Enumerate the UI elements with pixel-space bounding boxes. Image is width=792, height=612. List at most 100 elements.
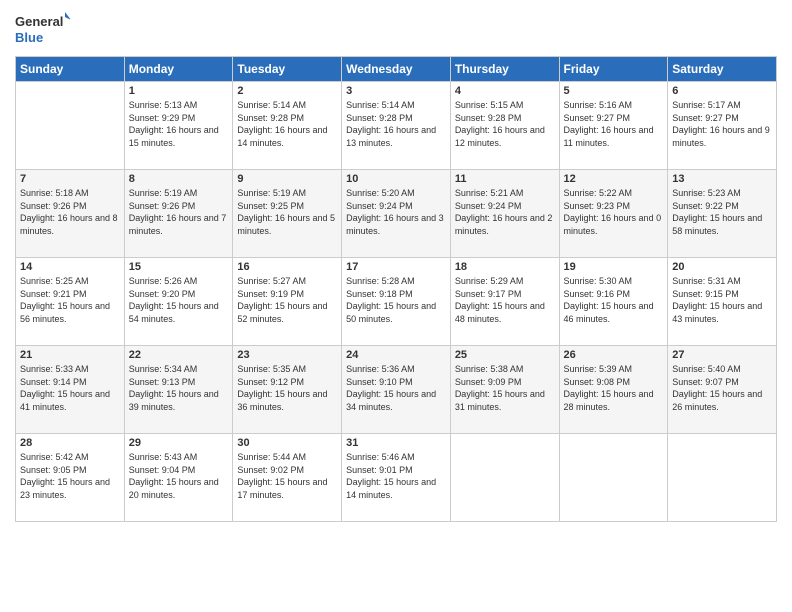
- day-info: Sunrise: 5:13 AMSunset: 9:29 PMDaylight:…: [129, 99, 229, 149]
- calendar-cell: 9 Sunrise: 5:19 AMSunset: 9:25 PMDaylight…: [233, 170, 342, 258]
- day-number: 28: [20, 437, 120, 449]
- day-info: Sunrise: 5:15 AMSunset: 9:28 PMDaylight:…: [455, 99, 555, 149]
- calendar-cell: 23 Sunrise: 5:35 AMSunset: 9:12 PMDayligh…: [233, 346, 342, 434]
- calendar-cell: 7Sunrise: 5:18 AMSunset: 9:26 PMDaylight…: [16, 170, 125, 258]
- calendar-cell: 2 Sunrise: 5:14 AMSunset: 9:28 PMDaylight…: [233, 82, 342, 170]
- day-info: Sunrise: 5:23 AMSunset: 9:22 PMDaylight:…: [672, 187, 772, 237]
- day-number: 10: [346, 173, 446, 185]
- logo-svg: General Blue: [15, 10, 70, 50]
- day-number: 3: [346, 85, 446, 97]
- calendar-cell: 14 Sunrise: 5:25 AMSunset: 9:21 PMDayligh…: [16, 258, 125, 346]
- day-of-week-header: Wednesday: [342, 57, 451, 82]
- calendar-cell: [450, 434, 559, 522]
- main-container: General Blue SundayMondayTuesdayWednesda…: [0, 0, 792, 612]
- day-number: 24: [346, 349, 446, 361]
- calendar-week-row: 14 Sunrise: 5:25 AMSunset: 9:21 PMDayligh…: [16, 258, 777, 346]
- day-info: Sunrise: 5:22 AMSunset: 9:23 PMDaylight:…: [564, 187, 664, 237]
- header: General Blue: [15, 10, 777, 50]
- day-number: 4: [455, 85, 555, 97]
- day-of-week-header: Monday: [124, 57, 233, 82]
- day-info: Sunrise: 5:42 AMSunset: 9:05 PMDaylight:…: [20, 451, 120, 501]
- day-number: 14: [20, 261, 120, 273]
- day-info: Sunrise: 5:19 AMSunset: 9:25 PMDaylight:…: [237, 187, 337, 237]
- svg-text:Blue: Blue: [15, 30, 43, 45]
- day-info: Sunrise: 5:46 AMSunset: 9:01 PMDaylight:…: [346, 451, 446, 501]
- calendar-cell: 11 Sunrise: 5:21 AMSunset: 9:24 PMDayligh…: [450, 170, 559, 258]
- day-of-week-header: Thursday: [450, 57, 559, 82]
- calendar-cell: 8Sunrise: 5:19 AMSunset: 9:26 PMDaylight…: [124, 170, 233, 258]
- day-number: 13: [672, 173, 772, 185]
- day-info: Sunrise: 5:29 AMSunset: 9:17 PMDaylight:…: [455, 275, 555, 325]
- calendar-cell: 30 Sunrise: 5:44 AMSunset: 9:02 PMDayligh…: [233, 434, 342, 522]
- day-info: Sunrise: 5:14 AMSunset: 9:28 PMDaylight:…: [346, 99, 446, 149]
- day-info: Sunrise: 5:40 AMSunset: 9:07 PMDaylight:…: [672, 363, 772, 413]
- calendar-cell: 4 Sunrise: 5:15 AMSunset: 9:28 PMDaylight…: [450, 82, 559, 170]
- day-number: 6: [672, 85, 772, 97]
- calendar-cell: 13 Sunrise: 5:23 AMSunset: 9:22 PMDayligh…: [668, 170, 777, 258]
- calendar-cell: 24 Sunrise: 5:36 AMSunset: 9:10 PMDayligh…: [342, 346, 451, 434]
- calendar-cell: 20 Sunrise: 5:31 AMSunset: 9:15 PMDayligh…: [668, 258, 777, 346]
- calendar-cell: [559, 434, 668, 522]
- day-info: Sunrise: 5:28 AMSunset: 9:18 PMDaylight:…: [346, 275, 446, 325]
- day-number: 30: [237, 437, 337, 449]
- day-info: Sunrise: 5:25 AMSunset: 9:21 PMDaylight:…: [20, 275, 120, 325]
- logo: General Blue: [15, 10, 70, 50]
- calendar-cell: 19 Sunrise: 5:30 AMSunset: 9:16 PMDayligh…: [559, 258, 668, 346]
- day-number: 8: [129, 173, 229, 185]
- calendar-cell: 25 Sunrise: 5:38 AMSunset: 9:09 PMDayligh…: [450, 346, 559, 434]
- calendar-cell: 3 Sunrise: 5:14 AMSunset: 9:28 PMDaylight…: [342, 82, 451, 170]
- calendar-cell: 12Sunrise: 5:22 AMSunset: 9:23 PMDayligh…: [559, 170, 668, 258]
- day-info: Sunrise: 5:30 AMSunset: 9:16 PMDaylight:…: [564, 275, 664, 325]
- calendar-cell: 15 Sunrise: 5:26 AMSunset: 9:20 PMDayligh…: [124, 258, 233, 346]
- day-info: Sunrise: 5:34 AMSunset: 9:13 PMDaylight:…: [129, 363, 229, 413]
- day-number: 11: [455, 173, 555, 185]
- day-info: Sunrise: 5:26 AMSunset: 9:20 PMDaylight:…: [129, 275, 229, 325]
- day-info: Sunrise: 5:36 AMSunset: 9:10 PMDaylight:…: [346, 363, 446, 413]
- day-number: 25: [455, 349, 555, 361]
- day-info: Sunrise: 5:20 AMSunset: 9:24 PMDaylight:…: [346, 187, 446, 237]
- day-number: 29: [129, 437, 229, 449]
- day-info: Sunrise: 5:33 AMSunset: 9:14 PMDaylight:…: [20, 363, 120, 413]
- calendar-cell: [668, 434, 777, 522]
- calendar-cell: 6Sunrise: 5:17 AMSunset: 9:27 PMDaylight…: [668, 82, 777, 170]
- calendar-cell: 31 Sunrise: 5:46 AMSunset: 9:01 PMDayligh…: [342, 434, 451, 522]
- calendar-cell: 29 Sunrise: 5:43 AMSunset: 9:04 PMDayligh…: [124, 434, 233, 522]
- day-info: Sunrise: 5:43 AMSunset: 9:04 PMDaylight:…: [129, 451, 229, 501]
- calendar-cell: 10 Sunrise: 5:20 AMSunset: 9:24 PMDayligh…: [342, 170, 451, 258]
- day-info: Sunrise: 5:31 AMSunset: 9:15 PMDaylight:…: [672, 275, 772, 325]
- calendar-cell: [16, 82, 125, 170]
- calendar-cell: 17 Sunrise: 5:28 AMSunset: 9:18 PMDayligh…: [342, 258, 451, 346]
- calendar-week-row: 28 Sunrise: 5:42 AMSunset: 9:05 PMDayligh…: [16, 434, 777, 522]
- day-number: 2: [237, 85, 337, 97]
- day-info: Sunrise: 5:38 AMSunset: 9:09 PMDaylight:…: [455, 363, 555, 413]
- day-number: 15: [129, 261, 229, 273]
- day-info: Sunrise: 5:16 AMSunset: 9:27 PMDaylight:…: [564, 99, 664, 149]
- day-of-week-header: Saturday: [668, 57, 777, 82]
- day-number: 17: [346, 261, 446, 273]
- calendar-week-row: 1 Sunrise: 5:13 AMSunset: 9:29 PMDaylight…: [16, 82, 777, 170]
- day-info: Sunrise: 5:21 AMSunset: 9:24 PMDaylight:…: [455, 187, 555, 237]
- calendar-cell: 21 Sunrise: 5:33 AMSunset: 9:14 PMDayligh…: [16, 346, 125, 434]
- day-number: 1: [129, 85, 229, 97]
- day-info: Sunrise: 5:44 AMSunset: 9:02 PMDaylight:…: [237, 451, 337, 501]
- day-number: 20: [672, 261, 772, 273]
- calendar-cell: 16 Sunrise: 5:27 AMSunset: 9:19 PMDayligh…: [233, 258, 342, 346]
- day-number: 22: [129, 349, 229, 361]
- day-number: 23: [237, 349, 337, 361]
- day-number: 5: [564, 85, 664, 97]
- day-number: 9: [237, 173, 337, 185]
- day-info: Sunrise: 5:27 AMSunset: 9:19 PMDaylight:…: [237, 275, 337, 325]
- day-number: 31: [346, 437, 446, 449]
- day-info: Sunrise: 5:35 AMSunset: 9:12 PMDaylight:…: [237, 363, 337, 413]
- svg-text:General: General: [15, 14, 63, 29]
- day-number: 21: [20, 349, 120, 361]
- day-info: Sunrise: 5:14 AMSunset: 9:28 PMDaylight:…: [237, 99, 337, 149]
- day-of-week-header: Sunday: [16, 57, 125, 82]
- day-number: 16: [237, 261, 337, 273]
- calendar-week-row: 7Sunrise: 5:18 AMSunset: 9:26 PMDaylight…: [16, 170, 777, 258]
- calendar-cell: 26Sunrise: 5:39 AMSunset: 9:08 PMDayligh…: [559, 346, 668, 434]
- calendar-cell: 1 Sunrise: 5:13 AMSunset: 9:29 PMDaylight…: [124, 82, 233, 170]
- calendar-header-row: SundayMondayTuesdayWednesdayThursdayFrid…: [16, 57, 777, 82]
- day-number: 19: [564, 261, 664, 273]
- calendar-table: SundayMondayTuesdayWednesdayThursdayFrid…: [15, 56, 777, 522]
